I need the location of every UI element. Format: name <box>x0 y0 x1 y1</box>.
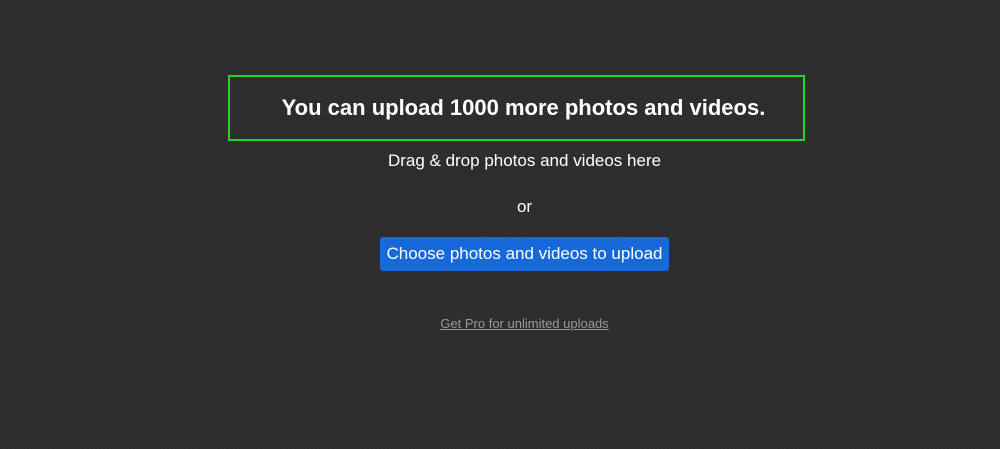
or-separator: or <box>516 197 533 216</box>
upload-quota-message: You can upload 1000 more photos and vide… <box>281 95 766 120</box>
choose-files-button[interactable]: Choose photos and videos to upload <box>380 237 669 271</box>
pro-upsell: Get Pro for unlimited uploads <box>0 316 1000 332</box>
drag-drop-instruction: Drag & drop photos and videos here <box>387 151 662 170</box>
upload-drop-zone[interactable]: You can upload 1000 more photos and vide… <box>0 0 1000 449</box>
get-pro-link[interactable]: Get Pro for unlimited uploads <box>440 316 608 331</box>
upload-quota-banner: You can upload 1000 more photos and vide… <box>228 75 805 141</box>
